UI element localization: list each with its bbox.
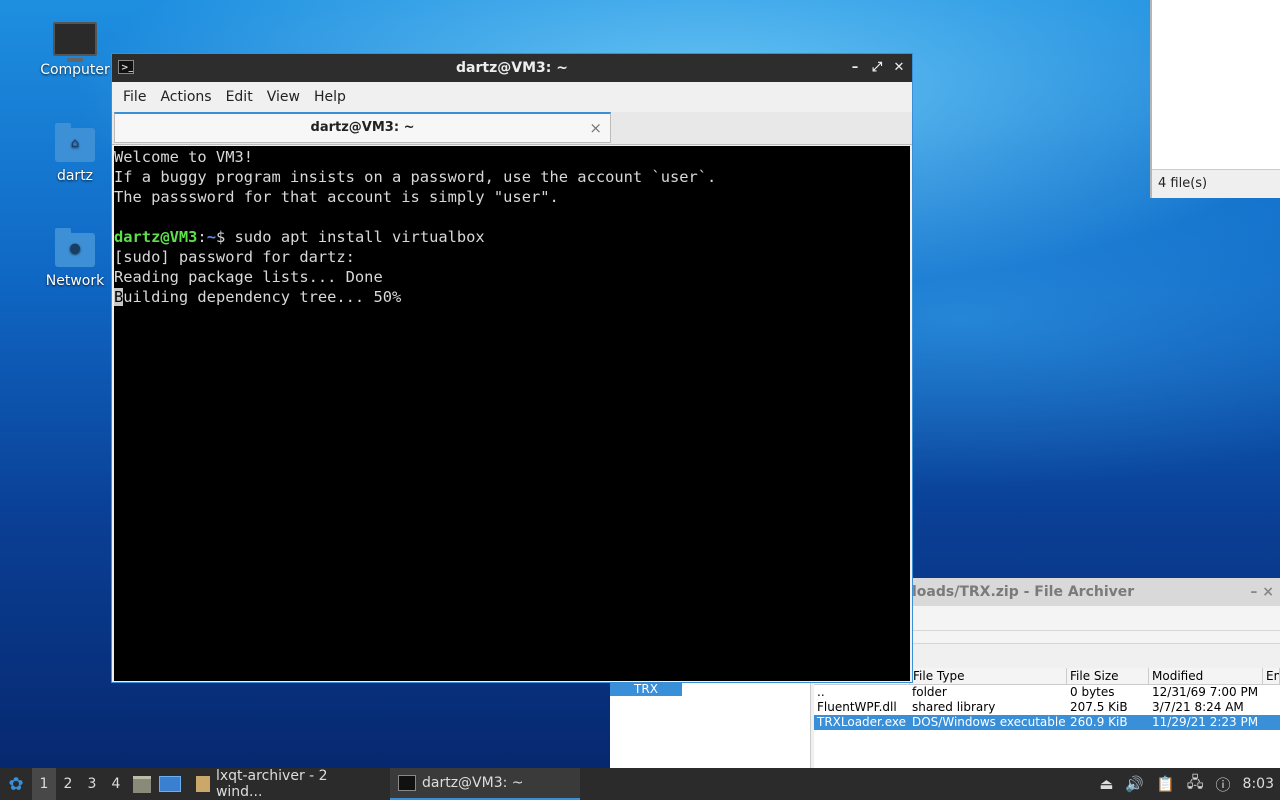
taskbar: ✿ 1 2 3 4 lxqt-archiver - 2 wind... dart… [0,768,1280,800]
terminal-line: The passsword for that account is simply… [114,188,559,206]
cell-name: .. [817,685,825,699]
prompt-path: ~ [206,228,216,246]
column-header[interactable]: En [1263,668,1280,684]
cell-size: 260.9 KiB [1070,715,1128,729]
task-terminal[interactable]: dartz@VM3: ~ [390,768,580,800]
main-menu-button[interactable]: ✿ [0,768,32,800]
lxqt-logo-icon: ✿ [8,773,24,795]
terminal-line: Reading package lists... Done [114,268,383,286]
clipboard-icon[interactable]: 📋 [1156,775,1175,793]
desktop-icon-home[interactable]: ⌂ dartz [35,123,115,184]
cell-size: 0 bytes [1070,685,1115,699]
cell-name: TRXLoader.exe [817,715,906,729]
terminal-screen[interactable]: Welcome to VM3! If a buggy program insis… [114,146,910,681]
menu-actions[interactable]: Actions [153,89,218,105]
workspace-4[interactable]: 4 [104,768,128,800]
table-row-selected[interactable]: TRXLoader.exe DOS/Windows executable 260… [814,715,1280,730]
window-title: dartz@VM3: ~ [456,60,568,76]
desktop-icon-computer[interactable]: Computer [35,18,115,78]
column-header[interactable]: Modified [1149,668,1263,684]
volume-icon[interactable]: 🔊 [1125,775,1144,793]
archiver-file-table[interactable]: File Type File Size Modified En .. folde… [814,668,1280,768]
clock[interactable]: 8:03 [1243,776,1274,792]
terminal-text: uilding dependency tree... 50% [123,288,402,306]
prompt-user: dartz@VM3 [114,228,198,246]
cell-modified: 3/7/21 8:24 AM [1152,700,1244,714]
cell-size: 207.5 KiB [1070,700,1128,714]
table-row[interactable]: FluentWPF.dll shared library 207.5 KiB 3… [814,700,1280,715]
network-icon[interactable]: 🖧 [1187,772,1204,797]
cell-name: FluentWPF.dll [817,700,897,714]
terminal-line: If a buggy program insists on a password… [114,168,717,186]
desktop-icon-label: Computer [40,62,110,78]
table-row[interactable]: .. folder 0 bytes 12/31/69 7:00 PM [814,685,1280,700]
cell-type: DOS/Windows executable [912,715,1066,729]
close-tab-icon[interactable]: × [589,114,602,142]
desktop-icon-network[interactable]: ● Network [35,228,115,289]
menu-file[interactable]: File [116,89,153,105]
prompt-command: $ sudo apt install virtualbox [215,228,485,246]
file-manager-icon [133,775,151,793]
terminal-window[interactable]: >_ dartz@VM3: ~ – ⤢ ✕ File Actions Edit … [111,53,913,683]
desktop-icon [159,776,181,792]
workspace-1[interactable]: 1 [32,768,56,800]
file-manager-window: 4 file(s) [1150,0,1280,198]
workspace-2[interactable]: 2 [56,768,80,800]
show-desktop-button[interactable] [156,768,184,800]
column-header[interactable]: File Type [909,668,1067,684]
network-folder-icon: ● [55,228,95,267]
archive-icon [196,776,210,792]
archiver-tree[interactable]: TRX [610,682,811,768]
workspace-3[interactable]: 3 [80,768,104,800]
file-manager-launcher[interactable] [128,768,156,800]
cell-type: folder [912,685,947,699]
menu-edit[interactable]: Edit [219,89,260,105]
terminal-cursor: B [114,288,124,306]
prompt-separator: : [197,228,207,246]
task-archiver[interactable]: lxqt-archiver - 2 wind... [188,768,386,800]
maximize-icon[interactable]: ⤢ [870,54,884,82]
terminal-line: [sudo] password for dartz: [114,248,355,266]
home-folder-icon: ⌂ [55,123,95,162]
terminal-icon [398,775,416,791]
cell-modified: 11/29/21 2:23 PM [1152,715,1259,729]
desktop-icon-label: dartz [56,168,94,184]
notification-icon[interactable]: ⓘ [1216,774,1231,795]
terminal-prompt-line: dartz@VM3:~$ sudo apt install virtualbox [114,227,910,247]
menu-view[interactable]: View [260,89,307,105]
terminal-titlebar[interactable]: >_ dartz@VM3: ~ – ⤢ ✕ [112,54,912,82]
task-label: lxqt-archiver - 2 wind... [215,768,328,800]
column-header[interactable]: File Size [1067,668,1149,684]
desktop-icon-label: Network [45,273,105,289]
computer-icon [53,22,97,62]
minimize-icon[interactable]: – × [1250,578,1274,606]
system-tray: ⏏ 🔊 📋 🖧 ⓘ 8:03 [1099,768,1280,800]
window-title: loads/TRX.zip - File Archiver [912,584,1135,600]
terminal-tab[interactable]: dartz@VM3: ~ × [114,112,611,143]
tab-label: dartz@VM3: ~ [310,120,415,135]
menu-help[interactable]: Help [307,89,353,105]
terminal-menubar: File Actions Edit View Help [112,82,912,112]
tree-item-trx[interactable]: TRX [610,682,682,696]
terminal-tabbar: dartz@VM3: ~ × [112,112,912,145]
close-icon[interactable]: ✕ [892,54,906,82]
task-label: dartz@VM3: ~ [422,775,524,791]
terminal-icon[interactable]: >_ [118,60,134,74]
status-bar: 4 file(s) [1152,169,1280,198]
cell-type: shared library [912,700,996,714]
terminal-line: Welcome to VM3! [114,148,253,166]
terminal-line: Building dependency tree... 50% [114,287,910,307]
minimize-icon[interactable]: – [848,54,862,82]
cell-modified: 12/31/69 7:00 PM [1152,685,1259,699]
eject-icon[interactable]: ⏏ [1099,775,1113,793]
